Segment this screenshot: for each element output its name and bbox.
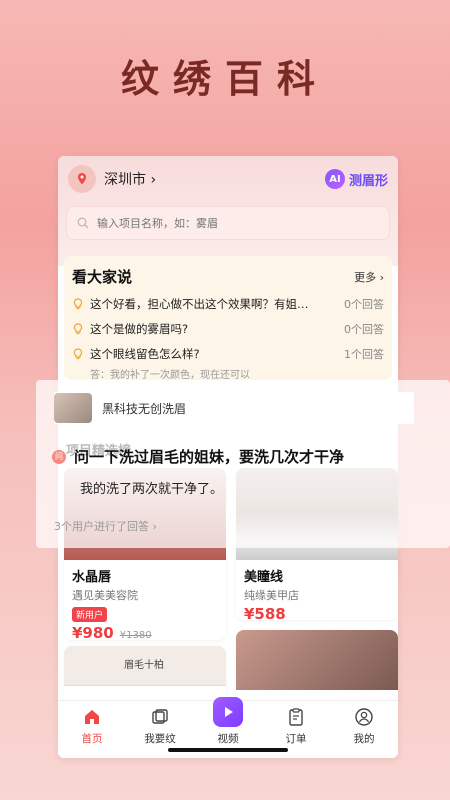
location-pin-icon[interactable] — [68, 165, 96, 193]
clipboard-icon — [289, 708, 303, 726]
tab-label: 我要纹 — [144, 733, 176, 745]
qa-question: 这个是做的雾眉吗? — [90, 322, 189, 336]
stack-icon — [152, 709, 168, 724]
play-icon — [225, 707, 233, 717]
qa-card: 看大家说 更多 › 这个好看，担心做不出这个效果啊？有姐… 0个回答 这个是做的… — [64, 256, 392, 381]
location-bar: 深圳市 › AI 测眉形 — [68, 164, 388, 194]
tab-home[interactable]: 首页 — [62, 707, 122, 746]
lightbulb-icon — [73, 298, 83, 310]
home-icon — [85, 710, 99, 724]
product-card[interactable] — [236, 630, 398, 700]
product-name: 美瞳线 — [244, 570, 284, 585]
tab-label: 订单 — [285, 733, 307, 745]
qa-more-link[interactable]: 更多 › — [354, 269, 384, 285]
home-indicator — [168, 748, 288, 752]
qa-question: 这个好看，担心做不出这个效果啊？有姐… — [90, 297, 309, 311]
qa-question: 这个眼线留色怎么样? — [90, 347, 200, 361]
new-user-badge: 新用户 — [72, 607, 108, 622]
price: ¥588 — [244, 605, 286, 620]
shop-name: 纯缘美甲店 — [244, 589, 299, 602]
tab-label: 首页 — [81, 733, 103, 745]
item-label: 黑科技无创洗眉 — [102, 401, 187, 416]
brow-chart-label: 眉毛十柏 — [124, 660, 164, 671]
qa-answer-count: 1个回答 — [344, 348, 384, 361]
product-image — [236, 630, 398, 690]
tab-label: 我的 — [353, 733, 375, 745]
headline: 纹绣百科 — [120, 56, 329, 101]
answer-count-link[interactable]: 3个用户进行了回答 › — [54, 518, 157, 534]
product-name: 水晶唇 — [72, 570, 112, 585]
lightbulb-icon — [73, 323, 83, 335]
lightbulb-icon — [73, 348, 83, 360]
video-button[interactable] — [213, 697, 243, 727]
overlay-question[interactable]: 问 问一下洗过眉毛的姐妹，要洗几次才干净 — [52, 446, 344, 467]
qa-item[interactable]: 这个眼线留色怎么样? 1个回答 — [72, 346, 384, 362]
price: ¥980 — [72, 624, 114, 640]
tab-orders[interactable]: 订单 — [266, 707, 326, 746]
tab-label: 视频 — [217, 733, 239, 745]
question-text: 问一下洗过眉毛的姐妹，要洗几次才干净 — [74, 448, 345, 466]
overlay-item[interactable]: 黑科技无创洗眉 — [54, 392, 414, 424]
city-selector[interactable]: 深圳市 › — [104, 169, 156, 189]
qa-answer-count: 0个回答 — [344, 323, 384, 336]
tab-video[interactable]: 视频 — [198, 697, 258, 746]
ai-icon: AI — [324, 169, 345, 189]
search-bar[interactable] — [66, 206, 390, 240]
tab-profile[interactable]: 我的 — [334, 707, 394, 746]
search-icon — [77, 217, 89, 229]
product-card[interactable]: 眉毛十柏 — [64, 646, 226, 706]
user-icon — [355, 708, 373, 726]
ai-brow-test-button[interactable]: AI 测眉形 — [324, 169, 388, 189]
qa-item[interactable]: 这个好看，担心做不出这个效果啊？有姐… 0个回答 — [72, 296, 384, 312]
shop-name: 遇见美美容院 — [72, 589, 138, 602]
qa-answer-preview: 答：我的补了一次颜色，现在还可以 — [90, 370, 250, 381]
search-input[interactable] — [97, 216, 357, 230]
qa-item[interactable]: 这个是做的雾眉吗? 0个回答 — [72, 321, 384, 337]
qa-title: 看大家说 — [72, 268, 133, 286]
tab-tattoo[interactable]: 我要纹 — [130, 707, 190, 746]
ai-label: 测眉形 — [348, 173, 388, 189]
original-price: ¥1380 — [119, 630, 152, 640]
answer-text: 我的洗了两次就干净了。 — [80, 482, 224, 497]
ask-badge-icon: 问 — [52, 449, 66, 464]
qa-answer-count: 0个回答 — [344, 298, 384, 311]
item-thumbnail — [54, 393, 92, 423]
